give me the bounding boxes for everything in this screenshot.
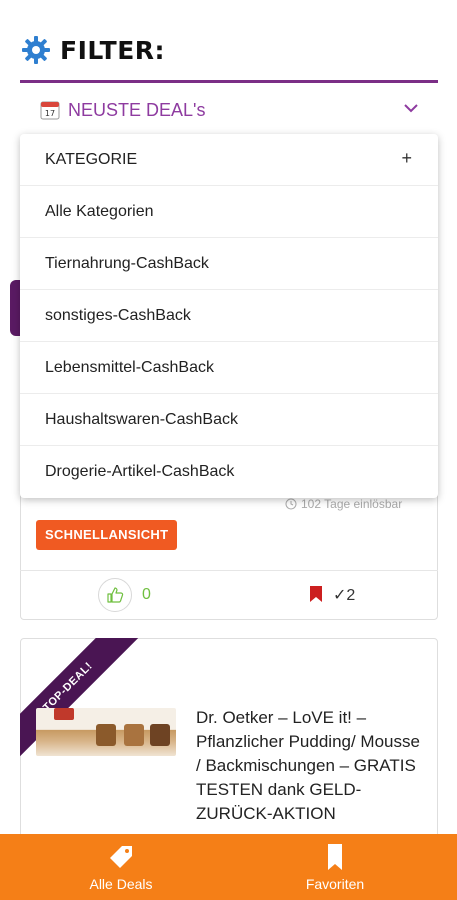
quick-view-button[interactable]: SCHNELLANSICHT bbox=[36, 520, 178, 550]
clock-icon bbox=[285, 498, 297, 510]
filter-divider bbox=[20, 80, 438, 83]
gear-icon bbox=[22, 36, 50, 64]
category-header[interactable]: KATEGORIE + bbox=[20, 134, 438, 186]
days-remaining: 102 Tage einlösbar bbox=[301, 497, 403, 511]
deal-title[interactable]: Dr. Oetker – LoVE it! – Pflanzlicher Pud… bbox=[196, 706, 426, 826]
category-option[interactable]: sonstiges-CashBack bbox=[20, 290, 438, 342]
category-option[interactable]: Alle Kategorien bbox=[20, 186, 438, 238]
category-option[interactable]: Drogerie-Artikel-CashBack bbox=[20, 446, 438, 498]
filter-header: FILTER: bbox=[20, 34, 165, 66]
bottom-nav: Alle Deals Favoriten bbox=[0, 834, 457, 900]
bookmark-icon[interactable] bbox=[309, 585, 323, 603]
svg-text:17: 17 bbox=[45, 109, 55, 118]
redeem-days: 102 Tage einlösbar bbox=[285, 497, 402, 511]
save-count: ✓2 bbox=[333, 587, 356, 604]
favorites-bookmark-icon bbox=[328, 844, 342, 870]
tag-icon bbox=[110, 846, 132, 868]
filter-title: FILTER: bbox=[60, 35, 166, 65]
category-header-label: KATEGORIE bbox=[45, 150, 138, 168]
chevron-down-icon[interactable] bbox=[402, 99, 420, 117]
card-divider bbox=[20, 570, 438, 571]
tab-favorites[interactable]: Favoriten bbox=[255, 834, 415, 900]
category-dropdown: KATEGORIE + Alle Kategorien Tiernahrung-… bbox=[20, 134, 438, 498]
product-image[interactable] bbox=[36, 708, 176, 756]
sort-dropdown[interactable]: 17 NEUSTE DEAL's bbox=[40, 96, 420, 124]
thumbs-up-icon bbox=[107, 587, 124, 603]
plus-icon[interactable]: + bbox=[401, 148, 412, 169]
tab-favorites-label: Favoriten bbox=[305, 876, 365, 892]
like-count: 0 bbox=[142, 586, 151, 603]
calendar-icon: 17 bbox=[40, 101, 60, 120]
category-option[interactable]: Lebensmittel-CashBack bbox=[20, 342, 438, 394]
category-option[interactable]: Tiernahrung-CashBack bbox=[20, 238, 438, 290]
category-option[interactable]: Haushaltswaren-CashBack bbox=[20, 394, 438, 446]
sort-label: NEUSTE DEAL's bbox=[68, 99, 206, 120]
like-button[interactable] bbox=[98, 578, 132, 612]
tab-all-deals-label: Alle Deals bbox=[89, 876, 153, 892]
tab-all-deals[interactable]: Alle Deals bbox=[41, 834, 201, 900]
